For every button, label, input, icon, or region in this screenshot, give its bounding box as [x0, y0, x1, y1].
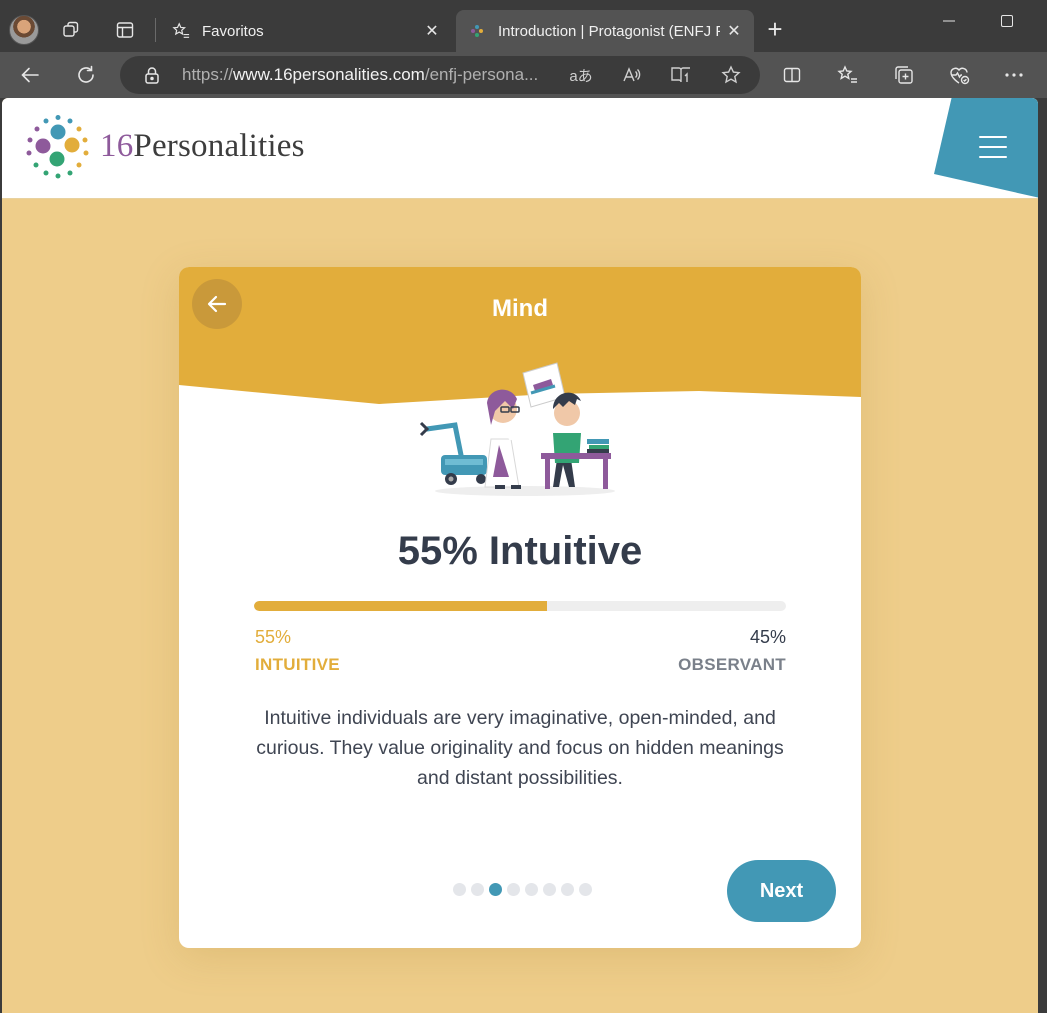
tab-title: Introduction | Protagonist (ENFJ Persona…	[498, 22, 720, 40]
pagination-dot[interactable]	[453, 883, 466, 896]
next-button[interactable]: Next	[727, 860, 836, 922]
refresh-icon[interactable]	[69, 58, 103, 92]
new-tab-button[interactable]: +	[760, 14, 790, 44]
back-arrow-icon[interactable]	[13, 58, 47, 92]
workspaces-icon[interactable]	[54, 12, 90, 48]
maximize-window-icon[interactable]	[984, 6, 1030, 36]
card-title: Mind	[492, 295, 548, 322]
collections-icon[interactable]	[887, 58, 921, 92]
address-bar[interactable]: https://www.16personalities.com/enfj-per…	[120, 56, 760, 94]
tab-title: Favoritos	[202, 22, 264, 40]
web-page: 16Personalities Mind 55% Intuitive 55% I…	[2, 98, 1038, 1013]
vertical-tabs-icon[interactable]	[107, 12, 143, 48]
translate-icon[interactable]: aあ	[566, 60, 596, 90]
favorite-star-icon[interactable]	[716, 60, 746, 90]
pagination-dot[interactable]	[561, 883, 574, 896]
tab-introduction[interactable]: Introduction | Protagonist (ENFJ Persona…	[456, 10, 754, 52]
pagination-dot[interactable]	[471, 883, 484, 896]
result-heading: 55% Intuitive	[397, 529, 643, 573]
trait-progress-fill	[254, 601, 547, 611]
16personalities-favicon	[468, 22, 486, 40]
lock-icon[interactable]	[142, 66, 162, 84]
url-text[interactable]: https://www.16personalities.com/enfj-per…	[182, 65, 554, 85]
more-options-icon[interactable]	[997, 58, 1031, 92]
tab-favoritos[interactable]: Favoritos ✕	[160, 10, 452, 52]
pagination-dot[interactable]	[489, 883, 502, 896]
browser-tab-bar: Favoritos ✕ Introduction | Protagonist (…	[0, 0, 1047, 52]
site-logo-text[interactable]: 16Personalities	[100, 128, 305, 165]
trait-description: Intuitive individuals are very imaginati…	[256, 707, 784, 789]
star-list-icon	[172, 22, 190, 40]
trait-progress-bar	[254, 601, 786, 611]
browser-essentials-icon[interactable]	[942, 58, 976, 92]
right-trait-label: OBSERVANT	[678, 655, 786, 674]
left-trait-label: INTUITIVE	[255, 655, 340, 674]
mind-illustration	[419, 362, 615, 496]
left-trait-percent: 55%	[255, 627, 292, 647]
pagination-dot[interactable]	[507, 883, 520, 896]
trait-card: Mind 55% Intuitive 55% INTUITIVE 45% OBS…	[179, 267, 861, 948]
site-header: 16Personalities	[2, 98, 1038, 199]
profile-avatar[interactable]	[9, 15, 39, 45]
close-tab-icon[interactable]: ✕	[720, 17, 748, 45]
close-tab-icon[interactable]: ✕	[418, 17, 446, 45]
hamburger-menu-icon[interactable]	[979, 136, 1007, 158]
pagination-dot[interactable]	[579, 883, 592, 896]
minimize-window-icon[interactable]	[926, 6, 972, 36]
page-scrollbar[interactable]	[1038, 98, 1047, 1013]
tab-separator	[155, 18, 156, 42]
pagination-dots	[453, 883, 592, 897]
pagination-dot[interactable]	[543, 883, 556, 896]
favorites-icon[interactable]	[831, 58, 865, 92]
split-screen-icon[interactable]	[775, 58, 809, 92]
pagination-dot[interactable]	[525, 883, 538, 896]
immersive-reader-icon[interactable]	[666, 60, 696, 90]
read-aloud-icon[interactable]	[616, 60, 646, 90]
16personalities-logo-icon[interactable]	[24, 114, 92, 182]
right-trait-percent: 45%	[749, 627, 786, 647]
browser-toolbar: https://www.16personalities.com/enfj-per…	[0, 52, 1047, 98]
